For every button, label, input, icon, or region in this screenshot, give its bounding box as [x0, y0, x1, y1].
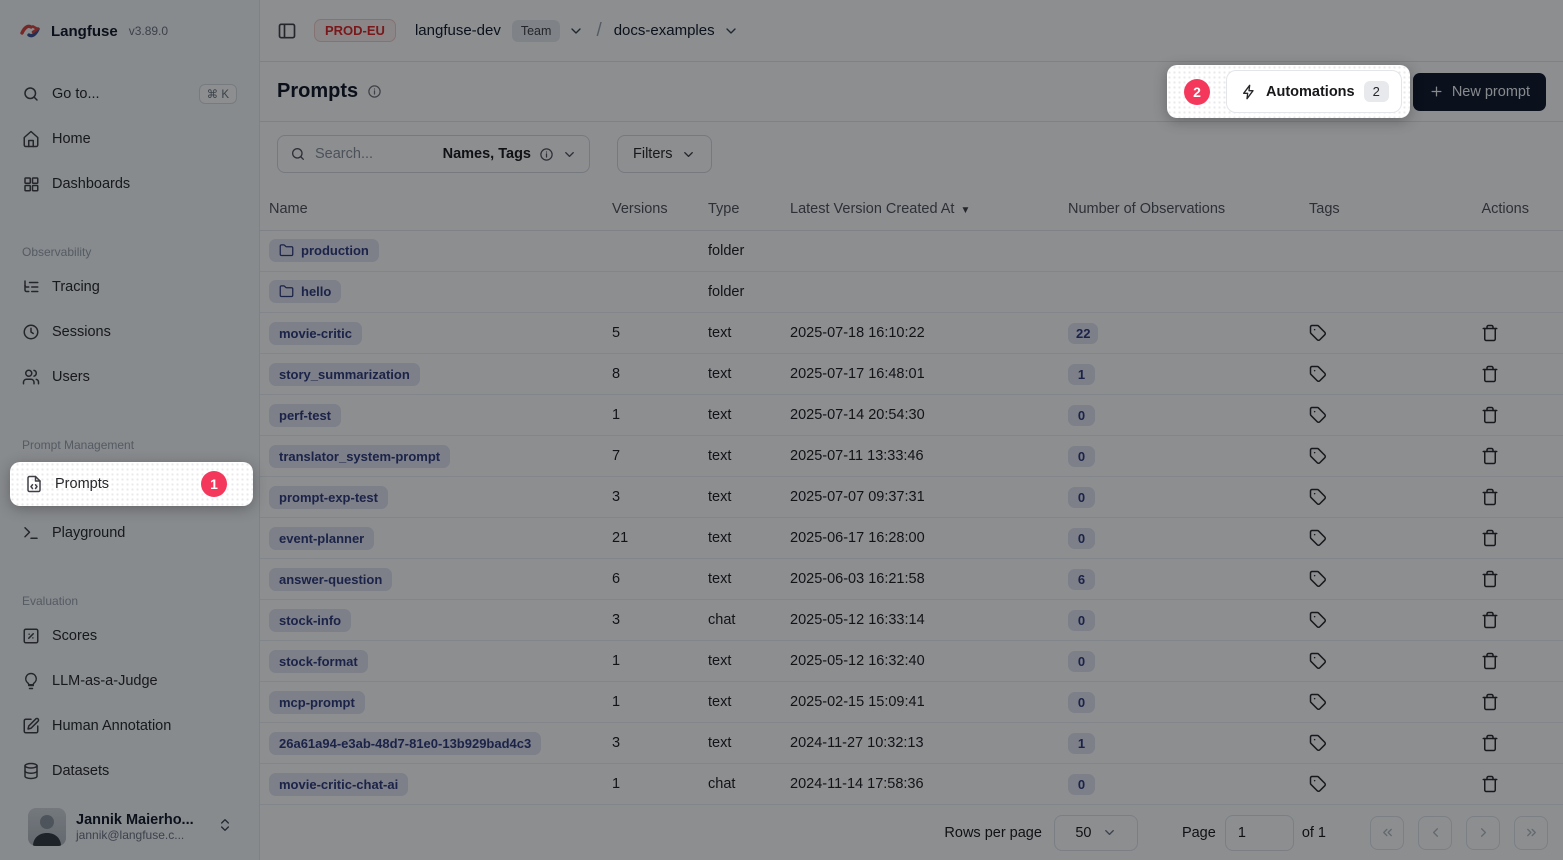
langfuse-app-window: Langfuse v3.89.0 Go to... ⌘ K Home Dashb… — [0, 0, 1563, 860]
tutorial-dim-overlay — [0, 0, 1563, 860]
zap-icon — [1241, 84, 1257, 100]
tutorial-step-1-badge: 1 — [201, 471, 227, 497]
automations-button[interactable]: Automations 2 — [1226, 70, 1402, 113]
sidebar-item-label: Prompts — [55, 476, 109, 492]
tutorial-spotlight-automations: 2 Automations 2 — [1167, 65, 1410, 118]
prompts-file-code-icon — [25, 475, 43, 493]
automations-label: Automations — [1266, 84, 1355, 100]
automations-count-badge: 2 — [1364, 81, 1389, 102]
tutorial-step-2-badge: 2 — [1184, 79, 1210, 105]
tutorial-spotlight-prompts: Prompts 1 — [10, 462, 253, 506]
